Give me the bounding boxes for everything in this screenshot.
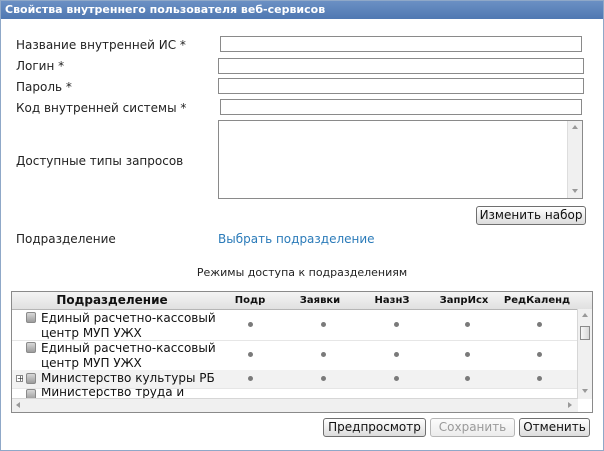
cancel-button[interactable]: Отменить <box>519 418 590 437</box>
access-mark[interactable] <box>248 322 253 327</box>
scroll-right-icon[interactable] <box>568 402 572 408</box>
login-field[interactable] <box>218 58 584 74</box>
save-button[interactable]: Сохранить <box>430 418 515 437</box>
dialog-title: Свойства внутреннего пользователя веб-се… <box>1 1 603 19</box>
select-subdivision-link[interactable]: Выбрать подразделение <box>218 232 375 246</box>
access-mark[interactable] <box>465 322 470 327</box>
change-set-button[interactable]: Изменить набор <box>476 206 586 225</box>
access-mark[interactable] <box>537 376 542 381</box>
subdivision-label: Подразделение <box>16 232 116 246</box>
is-name-label: Название внутренней ИС * <box>16 38 186 52</box>
column-redkalend[interactable]: РедКаленд <box>502 292 572 309</box>
access-mark[interactable] <box>465 352 470 357</box>
access-mark[interactable] <box>248 352 253 357</box>
scroll-left-icon[interactable] <box>16 402 20 408</box>
password-label: Пароль * <box>16 80 72 94</box>
login-label: Логин * <box>16 59 65 73</box>
grid-scroll-thumb[interactable] <box>580 326 590 340</box>
database-icon <box>26 312 36 323</box>
access-mark[interactable] <box>394 322 399 327</box>
properties-dialog: Свойства внутреннего пользователя веб-се… <box>0 0 604 451</box>
access-mark[interactable] <box>248 376 253 381</box>
table-row[interactable]: Единый расчетно-кассовый центр МУП УЖХ <box>12 310 578 341</box>
system-code-field[interactable] <box>220 99 582 115</box>
column-naznz[interactable]: НазнЗ <box>362 292 422 309</box>
access-mark[interactable] <box>394 376 399 381</box>
preview-button[interactable]: Предпросмотр <box>323 418 426 437</box>
access-mark[interactable] <box>537 322 542 327</box>
access-mark[interactable] <box>537 352 542 357</box>
column-podr[interactable]: Подр <box>220 292 280 309</box>
scroll-down-icon[interactable] <box>582 389 588 393</box>
column-zaprish[interactable]: ЗапрИсх <box>432 292 496 309</box>
password-field[interactable] <box>218 78 584 94</box>
access-mark[interactable] <box>321 322 326 327</box>
grid-header: Подразделение Подр Заявки НазнЗ ЗапрИсх … <box>12 292 592 310</box>
column-subdivision[interactable]: Подразделение <box>12 292 212 309</box>
grid-horizontal-scrollbar[interactable] <box>12 398 578 412</box>
scroll-up-icon[interactable] <box>572 125 578 129</box>
grid-vertical-scrollbar[interactable] <box>577 309 592 399</box>
access-grid: Подразделение Подр Заявки НазнЗ ЗапрИсх … <box>11 291 593 413</box>
plus-expander-icon[interactable]: + <box>16 375 24 383</box>
request-types-label: Доступные типы запросов <box>16 154 184 168</box>
row-name: Министерство культуры РБ <box>41 371 215 385</box>
system-code-label: Код внутренней системы * <box>16 101 187 115</box>
database-icon <box>26 342 36 353</box>
row-name: Единый расчетно-кассовый центр МУП УЖХ <box>41 341 216 370</box>
is-name-field[interactable] <box>220 36 582 52</box>
scroll-up-icon[interactable] <box>582 313 588 317</box>
access-mark[interactable] <box>394 352 399 357</box>
column-zayavki[interactable]: Заявки <box>290 292 350 309</box>
table-row[interactable]: Единый расчетно-кассовый центр МУП УЖХ <box>12 340 578 371</box>
access-mark[interactable] <box>465 376 470 381</box>
row-name: Единый расчетно-кассовый центр МУП УЖХ <box>41 311 216 340</box>
request-types-scrollbar[interactable] <box>567 121 582 198</box>
access-mark[interactable] <box>321 352 326 357</box>
access-mark[interactable] <box>321 376 326 381</box>
table-row[interactable]: + Министерство культуры РБ <box>12 370 578 389</box>
database-icon <box>26 373 36 384</box>
access-modes-title: Режимы доступа к подразделениям <box>196 266 408 279</box>
request-types-list[interactable] <box>218 120 583 199</box>
scroll-down-icon[interactable] <box>572 189 578 193</box>
